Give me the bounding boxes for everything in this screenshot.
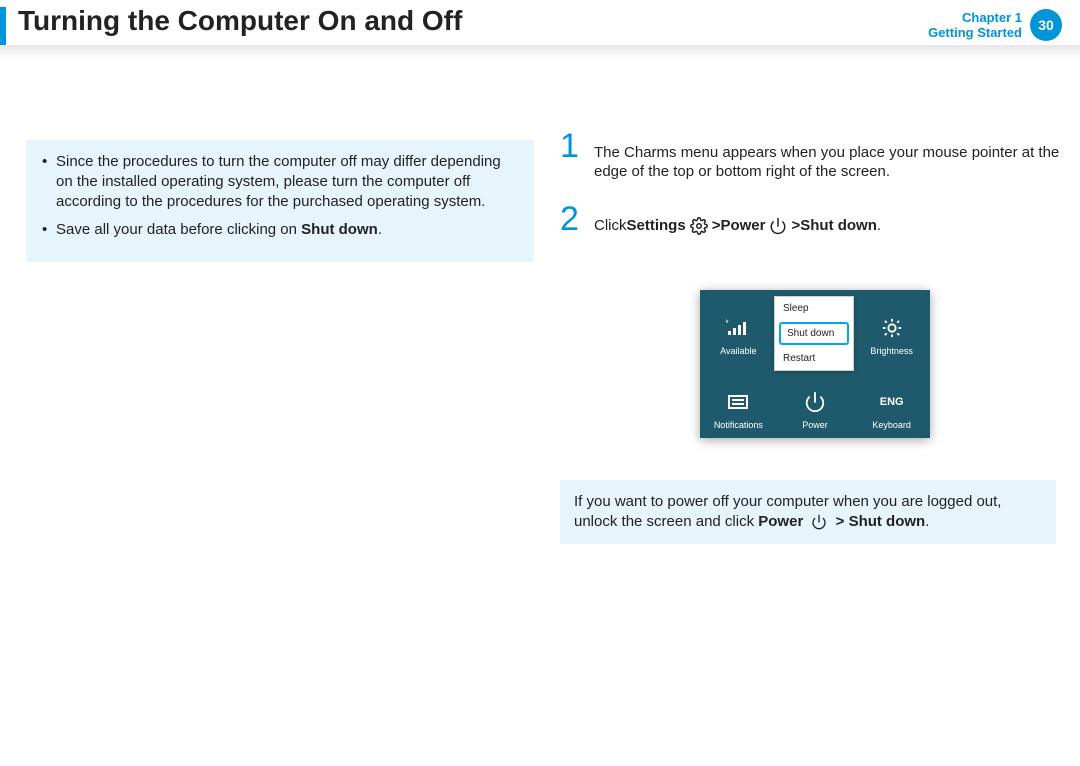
bullet2-suffix: . [378, 221, 382, 238]
power-icon [804, 388, 826, 416]
gear-icon [690, 217, 708, 235]
keyboard-eng-icon: ENG [880, 388, 904, 416]
svg-text:*: * [726, 319, 729, 328]
step-1-number: 1 [560, 137, 579, 156]
power-icon [811, 514, 827, 530]
info-box-bottom: If you want to power off your computer w… [560, 480, 1056, 544]
power-popup: Sleep Shut down Restart [774, 296, 854, 371]
step-2-text: Click Settings > Power > Shut down . [594, 216, 1060, 235]
popup-restart[interactable]: Restart [775, 347, 853, 370]
popup-sleep[interactable]: Sleep [775, 297, 853, 320]
eng-label: ENG [880, 396, 904, 408]
charm-notifications-label: Notifications [714, 420, 763, 430]
step-2-shutdown: Shut down [800, 216, 877, 235]
bullet2-prefix: Save all your data before clicking on [56, 221, 301, 238]
step-2-power: Power [720, 216, 765, 235]
info-box-left: Since the procedures to turn the compute… [26, 140, 534, 262]
step-2-settings: Settings [627, 216, 686, 235]
notifications-icon [727, 388, 749, 416]
charm-available[interactable]: * Available [700, 290, 777, 364]
header-shadow [0, 45, 1080, 59]
chapter-block: Chapter 1 Getting Started [928, 10, 1022, 40]
chapter-line1: Chapter 1 [928, 10, 1022, 25]
charm-available-label: Available [720, 346, 756, 356]
bottom-power: Power [758, 513, 803, 530]
step-2-period: . [877, 216, 881, 235]
step-2-number: 2 [560, 210, 579, 229]
step-2: 2 Click Settings > Power > Shut down . [560, 216, 1060, 235]
page-title: Turning the Computer On and Off [18, 5, 462, 37]
bullet2-bold: Shut down [301, 221, 378, 238]
charm-power[interactable]: Power [777, 364, 854, 438]
step-1-text: The Charms menu appears when you place y… [594, 143, 1060, 181]
bottom-gt: > [836, 513, 849, 530]
step-2-gt1: > [712, 216, 721, 235]
page-number-badge: 30 [1030, 9, 1062, 41]
step-2-click: Click [594, 216, 627, 235]
charm-keyboard[interactable]: ENG Keyboard [853, 364, 930, 438]
brightness-icon [881, 314, 903, 342]
chapter-line2: Getting Started [928, 25, 1022, 40]
charm-notifications[interactable]: Notifications [700, 364, 777, 438]
bottom-suffix: . [925, 513, 929, 530]
step-2-gt2: > [791, 216, 800, 235]
popup-shutdown[interactable]: Shut down [779, 322, 849, 345]
charm-brightness-label: Brightness [870, 346, 913, 356]
wifi-bars-icon: * [726, 314, 750, 342]
charm-power-label: Power [802, 420, 828, 430]
info-bullet-2: Save all your data before clicking on Sh… [56, 220, 520, 240]
charm-keyboard-label: Keyboard [872, 420, 911, 430]
bottom-shutdown: Shut down [849, 513, 926, 530]
charm-brightness[interactable]: Brightness [853, 290, 930, 364]
power-icon [769, 217, 787, 235]
info-bullet-1: Since the procedures to turn the compute… [56, 152, 520, 212]
charms-panel-illustration: Sleep Shut down Restart * Available Brig… [700, 290, 930, 438]
step-1: 1 The Charms menu appears when you place… [560, 143, 1060, 181]
header-accent-bar [0, 7, 6, 45]
